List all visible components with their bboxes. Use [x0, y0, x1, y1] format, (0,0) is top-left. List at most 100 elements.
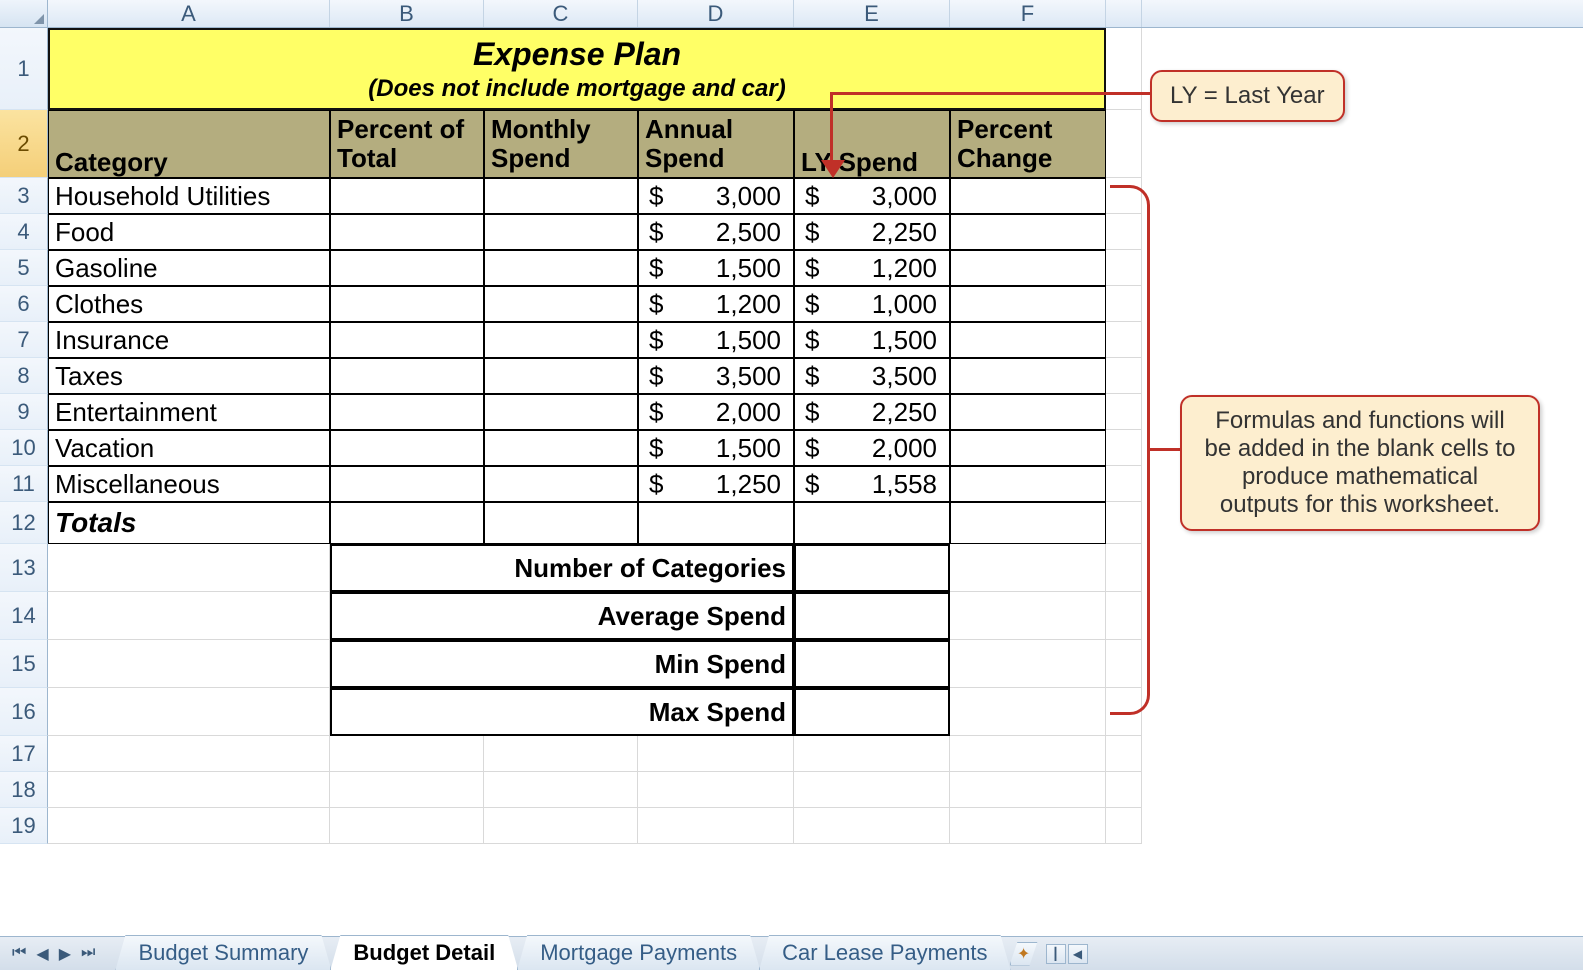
tab-scroll-left-icon[interactable]: ◀	[1068, 944, 1088, 964]
cell-F6[interactable]	[950, 286, 1106, 322]
header-monthly-spend[interactable]: Monthly Spend	[484, 110, 638, 178]
row-header-18[interactable]: 18	[0, 772, 48, 808]
col-header-G[interactable]	[1106, 0, 1142, 27]
cell-annual-6[interactable]: $1,200	[638, 286, 794, 322]
cell-G17[interactable]	[1106, 736, 1142, 772]
tab-nav-first-icon[interactable]: ⏮	[10, 942, 28, 966]
cell-A16[interactable]	[48, 688, 330, 736]
cell-D12[interactable]	[638, 502, 794, 544]
cell-F12[interactable]	[950, 502, 1106, 544]
row-header-16[interactable]: 16	[0, 688, 48, 736]
cell-B7[interactable]	[330, 322, 484, 358]
cell-B9[interactable]	[330, 394, 484, 430]
cell-B10[interactable]	[330, 430, 484, 466]
cell-C8[interactable]	[484, 358, 638, 394]
cell-annual-10[interactable]: $1,500	[638, 430, 794, 466]
cell-ly-4[interactable]: $2,250	[794, 214, 950, 250]
summary-num-categories-value[interactable]	[794, 544, 950, 592]
col-header-B[interactable]: B	[330, 0, 484, 27]
cell-F3[interactable]	[950, 178, 1106, 214]
cell-F4[interactable]	[950, 214, 1106, 250]
cell-E18[interactable]	[794, 772, 950, 808]
cell-B12[interactable]	[330, 502, 484, 544]
cell-C18[interactable]	[484, 772, 638, 808]
row-header-8[interactable]: 8	[0, 358, 48, 394]
cell-ly-10[interactable]: $2,000	[794, 430, 950, 466]
cell-C19[interactable]	[484, 808, 638, 844]
row-header-6[interactable]: 6	[0, 286, 48, 322]
tab-scroll-split-icon[interactable]: ┃	[1046, 944, 1066, 964]
cell-F11[interactable]	[950, 466, 1106, 502]
cell-B5[interactable]	[330, 250, 484, 286]
cell-annual-9[interactable]: $2,000	[638, 394, 794, 430]
row-header-3[interactable]: 3	[0, 178, 48, 214]
cell-annual-5[interactable]: $1,500	[638, 250, 794, 286]
cell-category-8[interactable]: Taxes	[48, 358, 330, 394]
cell-E19[interactable]	[794, 808, 950, 844]
cell-F14[interactable]	[950, 592, 1106, 640]
cell-category-6[interactable]: Clothes	[48, 286, 330, 322]
cell-category-9[interactable]: Entertainment	[48, 394, 330, 430]
cell-B3[interactable]	[330, 178, 484, 214]
sheet-tab-car-lease-payments[interactable]: Car Lease Payments	[759, 935, 1010, 970]
sheet-tab-budget-summary[interactable]: Budget Summary	[115, 935, 331, 970]
row-header-15[interactable]: 15	[0, 640, 48, 688]
col-header-F[interactable]: F	[950, 0, 1106, 27]
cell-G19[interactable]	[1106, 808, 1142, 844]
tab-nav-prev-icon[interactable]: ◀	[34, 942, 50, 966]
tab-nav-next-icon[interactable]: ▶	[57, 942, 73, 966]
cell-E17[interactable]	[794, 736, 950, 772]
cell-F17[interactable]	[950, 736, 1106, 772]
cell-B18[interactable]	[330, 772, 484, 808]
row-header-12[interactable]: 12	[0, 502, 48, 544]
cell-G18[interactable]	[1106, 772, 1142, 808]
row-header-1[interactable]: 1	[0, 28, 48, 110]
cell-title[interactable]: Expense Plan (Does not include mortgage …	[48, 28, 1106, 110]
cell-category-7[interactable]: Insurance	[48, 322, 330, 358]
cell-ly-5[interactable]: $1,200	[794, 250, 950, 286]
summary-max-spend-label[interactable]: Max Spend	[330, 688, 794, 736]
cell-annual-3[interactable]: $3,000	[638, 178, 794, 214]
cell-F10[interactable]	[950, 430, 1106, 466]
cell-A13[interactable]	[48, 544, 330, 592]
select-all-corner[interactable]	[0, 0, 48, 28]
cell-C11[interactable]	[484, 466, 638, 502]
cell-ly-6[interactable]: $1,000	[794, 286, 950, 322]
cell-A14[interactable]	[48, 592, 330, 640]
cell-F18[interactable]	[950, 772, 1106, 808]
cell-C7[interactable]	[484, 322, 638, 358]
cell-B4[interactable]	[330, 214, 484, 250]
row-header-7[interactable]: 7	[0, 322, 48, 358]
summary-min-spend-label[interactable]: Min Spend	[330, 640, 794, 688]
cell-D19[interactable]	[638, 808, 794, 844]
row-header-4[interactable]: 4	[0, 214, 48, 250]
cell-E12[interactable]	[794, 502, 950, 544]
summary-min-spend-value[interactable]	[794, 640, 950, 688]
cell-ly-3[interactable]: $3,000	[794, 178, 950, 214]
cell-F19[interactable]	[950, 808, 1106, 844]
cell-B6[interactable]	[330, 286, 484, 322]
cell-A17[interactable]	[48, 736, 330, 772]
cell-ly-11[interactable]: $1,558	[794, 466, 950, 502]
cell-A15[interactable]	[48, 640, 330, 688]
cell-G1[interactable]	[1106, 28, 1142, 110]
insert-sheet-tab-icon[interactable]: ✦	[1010, 942, 1038, 966]
cell-totals-label[interactable]: Totals	[48, 502, 330, 544]
cell-F7[interactable]	[950, 322, 1106, 358]
cell-C10[interactable]	[484, 430, 638, 466]
cell-F9[interactable]	[950, 394, 1106, 430]
cell-F13[interactable]	[950, 544, 1106, 592]
cell-A18[interactable]	[48, 772, 330, 808]
cell-D17[interactable]	[638, 736, 794, 772]
summary-avg-spend-value[interactable]	[794, 592, 950, 640]
cell-F15[interactable]	[950, 640, 1106, 688]
header-category[interactable]: Category	[48, 110, 330, 178]
row-header-10[interactable]: 10	[0, 430, 48, 466]
tab-nav-last-icon[interactable]: ⏭	[79, 942, 97, 966]
summary-avg-spend-label[interactable]: Average Spend	[330, 592, 794, 640]
row-header-13[interactable]: 13	[0, 544, 48, 592]
cell-B19[interactable]	[330, 808, 484, 844]
cell-category-10[interactable]: Vacation	[48, 430, 330, 466]
cell-annual-11[interactable]: $1,250	[638, 466, 794, 502]
header-annual-spend[interactable]: Annual Spend	[638, 110, 794, 178]
